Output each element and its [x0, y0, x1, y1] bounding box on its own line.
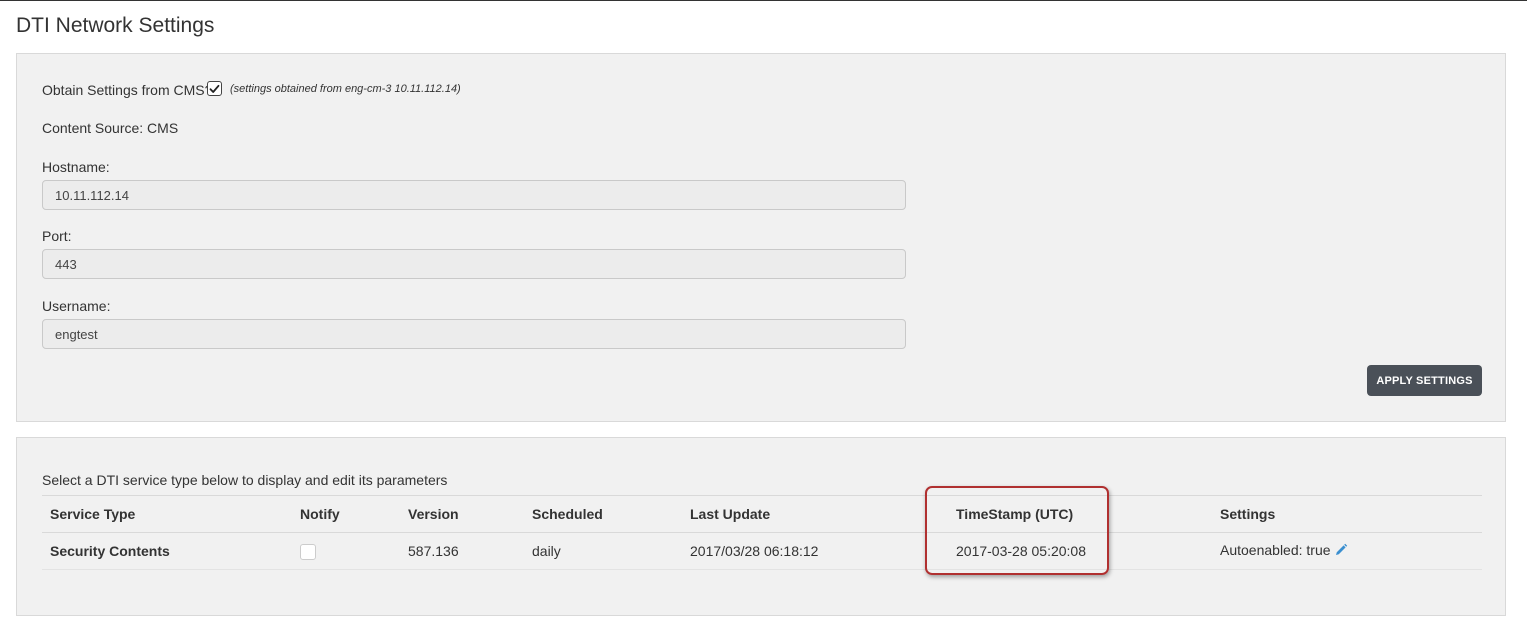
page-title: DTI Network Settings — [16, 14, 215, 37]
cms-source-note: (settings obtained from eng-cm-3 10.11.1… — [230, 83, 461, 95]
services-panel: Select a DTI service type below to displ… — [16, 437, 1506, 616]
column-header-scheduled[interactable]: Scheduled — [524, 495, 682, 533]
cell-timestamp: 2017-03-28 05:20:08 — [948, 532, 1212, 570]
obtain-settings-checkbox[interactable] — [207, 81, 222, 96]
cell-last-update: 2017/03/28 06:18:12 — [682, 532, 948, 570]
table-row[interactable]: Security Contents 587.136 daily 2017/03/… — [42, 532, 1482, 570]
column-header-settings[interactable]: Settings — [1212, 495, 1482, 533]
services-intro-text: Select a DTI service type below to displ… — [42, 472, 448, 488]
port-label: Port: — [42, 228, 72, 244]
cell-service-type[interactable]: Security Contents — [42, 532, 292, 570]
cell-settings: Autoenabled: true — [1212, 532, 1482, 570]
column-header-version[interactable]: Version — [400, 495, 524, 533]
settings-panel: Obtain Settings from CMS? (settings obta… — [16, 53, 1506, 422]
apply-settings-button[interactable]: APPLY SETTINGS — [1367, 365, 1482, 396]
notify-checkbox[interactable] — [300, 543, 316, 560]
port-field[interactable] — [42, 249, 906, 279]
obtain-settings-label: Obtain Settings from CMS? — [42, 82, 213, 98]
checkmark-icon — [209, 84, 220, 93]
column-header-last-update[interactable]: Last Update — [682, 495, 948, 533]
username-field[interactable] — [42, 319, 906, 349]
pencil-icon[interactable] — [1334, 543, 1348, 560]
settings-value: Autoenabled: true — [1220, 542, 1331, 559]
column-header-timestamp[interactable]: TimeStamp (UTC) — [948, 495, 1212, 533]
column-header-notify[interactable]: Notify — [292, 495, 400, 533]
table-header-row: Service Type Notify Version Scheduled La… — [42, 495, 1482, 533]
hostname-label: Hostname: — [42, 159, 110, 175]
content-source-text: Content Source: CMS — [42, 120, 179, 136]
hostname-field[interactable] — [42, 180, 906, 210]
column-header-service-type[interactable]: Service Type — [42, 495, 292, 533]
username-label: Username: — [42, 298, 111, 314]
cell-scheduled: daily — [524, 532, 682, 570]
top-border — [0, 0, 1527, 1]
cell-version: 587.136 — [400, 532, 524, 570]
services-table: Service Type Notify Version Scheduled La… — [42, 495, 1482, 570]
cell-notify — [292, 532, 400, 570]
